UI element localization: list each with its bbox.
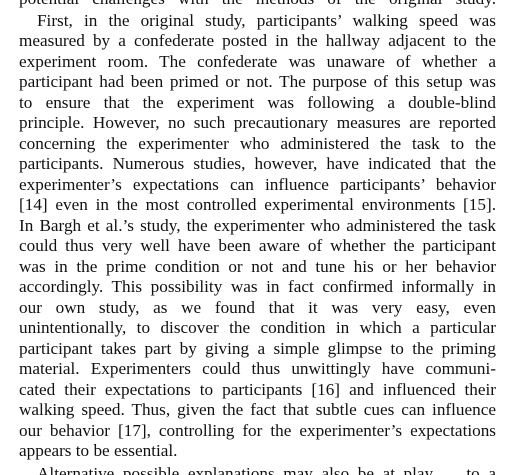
text-line: material. Experimenters could thus unwit…: [19, 359, 496, 378]
text-line: to ensure that the experiment was follow…: [19, 93, 496, 112]
text-line: First, in the original study, participan…: [37, 11, 496, 30]
text-line: our behavior [17], controlling for the e…: [19, 421, 496, 440]
text-line: cated their expectations to participants…: [19, 380, 496, 399]
text-line: experimenter’s expectations can influenc…: [19, 175, 496, 194]
text-line: participants. Numerous studies, however,…: [19, 154, 496, 173]
text-line: our own study, as we found that it was v…: [19, 298, 496, 317]
text-line: principle. However, no such precautionar…: [19, 113, 496, 132]
text-line: walking speed. Thus, given the fact that…: [19, 400, 496, 419]
text-line: unintentionally, to discover the conditi…: [19, 318, 496, 337]
text-line: participant takes part by giving a simpl…: [19, 339, 496, 358]
text-line: measured by a confederate posted in the …: [19, 31, 496, 50]
cut-off-line-bottom: Alternative possible explanations may al…: [37, 464, 496, 475]
text-line: was in the prime condition or not and tu…: [19, 257, 496, 276]
text-line: could thus very well have been aware of …: [19, 236, 496, 255]
text-line: In Bargh et al.’s study, the experimente…: [19, 216, 496, 235]
text-line: [14] even in the most controlled experim…: [19, 195, 496, 214]
text-line: participant had been primed or not. The …: [19, 72, 496, 91]
cut-off-line-top: potential challenges with the methods of…: [19, 0, 496, 10]
document-page: potential challenges with the methods of…: [0, 0, 513, 475]
text-line: appears to be essential.: [19, 441, 178, 460]
text-line: concerning the experimenter who administ…: [19, 134, 496, 153]
text-line: accordingly. This possibility was in fac…: [19, 277, 496, 296]
text-line: experiment room. The confederate was una…: [19, 52, 496, 71]
